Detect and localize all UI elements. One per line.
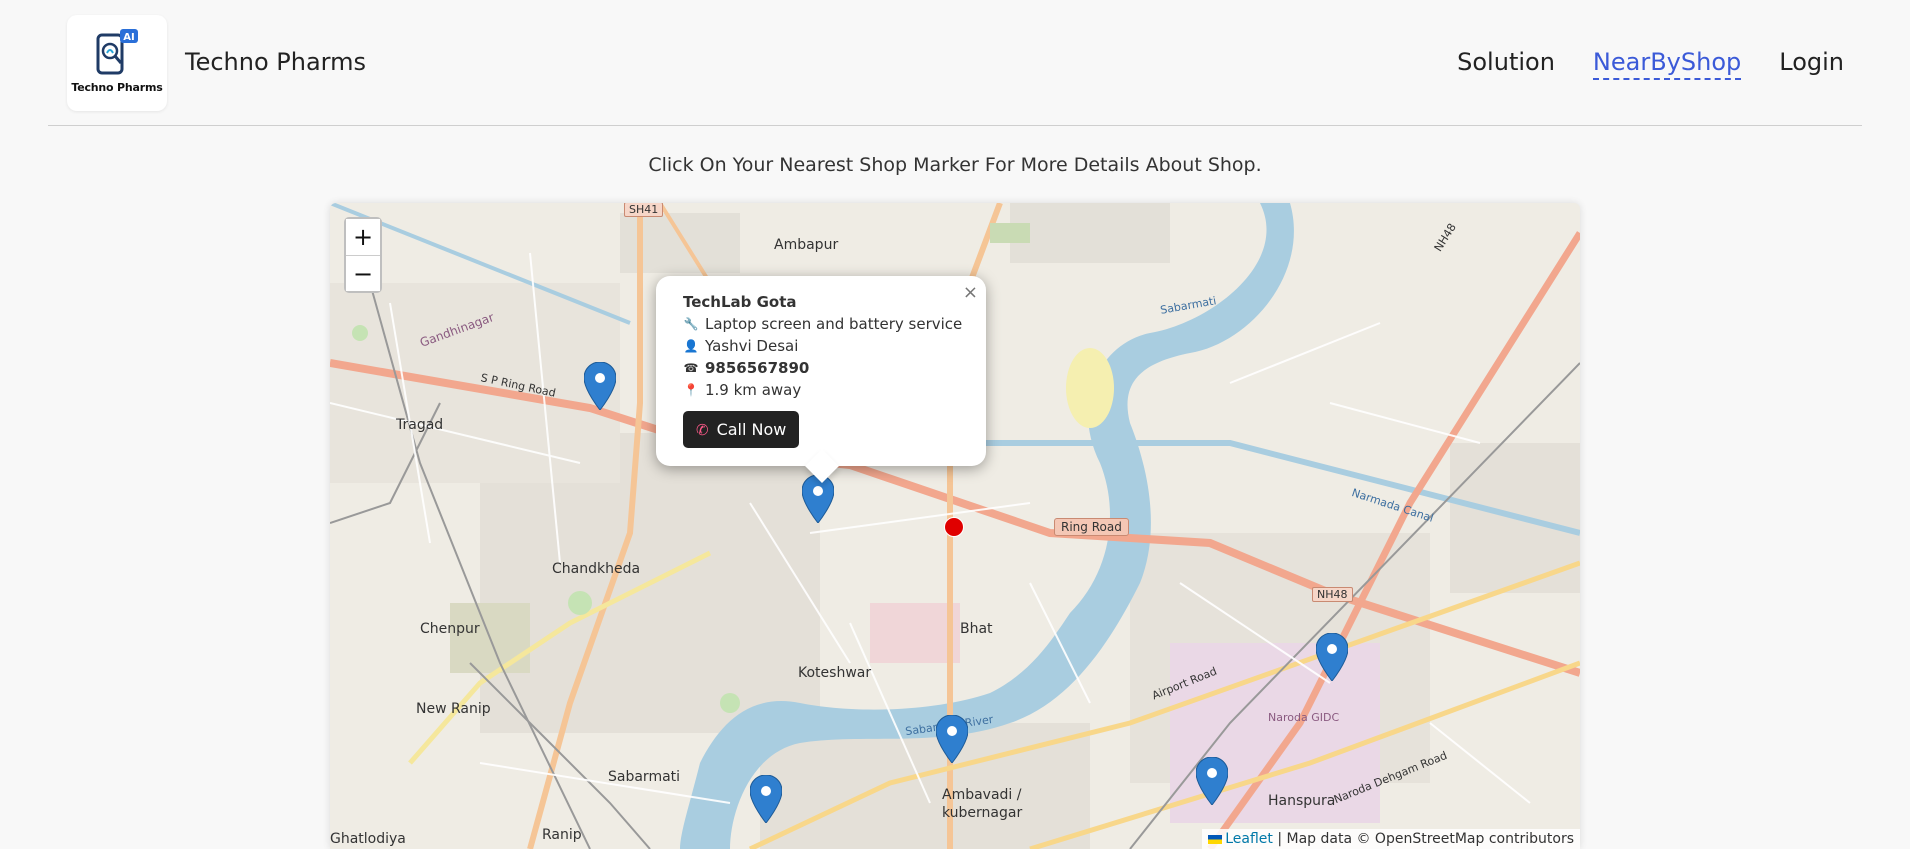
shop-map[interactable]: Ambapur Tragad Chandkheda Chenpur New Ra…	[330, 203, 1580, 849]
shop-marker[interactable]	[936, 715, 968, 763]
shop-phone-row: ☎ 9856567890	[683, 359, 966, 377]
place-label: Chenpur	[420, 621, 480, 637]
nav-solution[interactable]: Solution	[1457, 48, 1555, 80]
place-label: kubernagar	[942, 805, 1023, 821]
place-label: Hanspura	[1268, 793, 1336, 809]
place-label: Tragad	[396, 417, 444, 433]
ring-road-label: Ring Road	[1054, 518, 1129, 536]
sh41-shield: SH41	[624, 203, 664, 217]
place-label: Chandkheda	[552, 561, 641, 577]
shop-marker[interactable]	[1196, 757, 1228, 805]
logo-text: Techno Pharms	[71, 81, 163, 94]
leaflet-link[interactable]: Leaflet	[1225, 831, 1273, 847]
attribution-text: | Map data © OpenStreetMap contributors	[1277, 831, 1574, 847]
telephone-icon: ☎	[683, 361, 699, 375]
map-attribution: Leaflet | Map data © OpenStreetMap contr…	[1202, 829, 1580, 849]
nav-nearbyshop[interactable]: NearByShop	[1592, 48, 1742, 80]
close-icon[interactable]: ×	[963, 282, 978, 303]
shop-marker-selected[interactable]	[802, 475, 834, 523]
logo[interactable]: AI Techno Pharms	[67, 15, 167, 111]
shop-owner: Yashvi Desai	[705, 337, 799, 355]
brand-name[interactable]: Techno Pharms	[185, 48, 366, 76]
shop-marker[interactable]	[750, 775, 782, 823]
zoom-in-button[interactable]: +	[346, 219, 380, 255]
place-label: Naroda GIDC	[1268, 711, 1340, 724]
place-label: Bhat	[960, 621, 993, 637]
shop-service: Laptop screen and battery service	[705, 315, 963, 333]
place-label: Koteshwar	[798, 665, 872, 681]
shop-service-row: 🔧 Laptop screen and battery service	[683, 315, 966, 333]
place-label: Sabarmati	[608, 769, 681, 785]
place-label: New Ranip	[416, 701, 491, 717]
shop-distance-row: 📍 1.9 km away	[683, 381, 966, 399]
call-now-label: Call Now	[716, 420, 787, 439]
person-icon: 👤	[683, 339, 699, 353]
ukraine-flag-icon	[1208, 834, 1223, 844]
wrench-icon: 🔧	[683, 317, 699, 331]
svg-text:AI: AI	[123, 32, 134, 43]
shop-popup: × TechLab Gota 🔧 Laptop screen and batte…	[656, 276, 986, 483]
place-label: Ghatlodiya	[330, 831, 406, 847]
shop-owner-row: 👤 Yashvi Desai	[683, 337, 966, 355]
map-instruction: Click On Your Nearest Shop Marker For Mo…	[648, 154, 1262, 176]
zoom-out-button[interactable]: −	[346, 255, 380, 291]
nh48-shield: NH48	[1312, 587, 1353, 602]
shop-marker[interactable]	[584, 362, 616, 410]
shop-distance: 1.9 km away	[705, 381, 802, 399]
place-label: Ranip	[542, 827, 582, 843]
shop-name: TechLab Gota	[683, 293, 797, 311]
site-header: AI Techno Pharms Techno Pharms Solution …	[48, 0, 1862, 126]
main-nav: Solution NearByShop Login	[1457, 48, 1844, 80]
phone-ai-icon: AI	[96, 29, 138, 75]
call-now-button[interactable]: ✆ Call Now	[683, 411, 800, 448]
pin-icon: 📍	[683, 383, 699, 397]
place-label: Ambapur	[774, 237, 839, 253]
zoom-control: + −	[344, 217, 382, 293]
phone-icon: ✆	[696, 420, 709, 439]
nav-login[interactable]: Login	[1779, 48, 1844, 80]
shop-marker[interactable]	[1316, 633, 1348, 681]
user-location-dot	[944, 517, 964, 537]
place-label: Ambavadi /	[942, 787, 1022, 803]
shop-phone: 9856567890	[705, 359, 810, 377]
